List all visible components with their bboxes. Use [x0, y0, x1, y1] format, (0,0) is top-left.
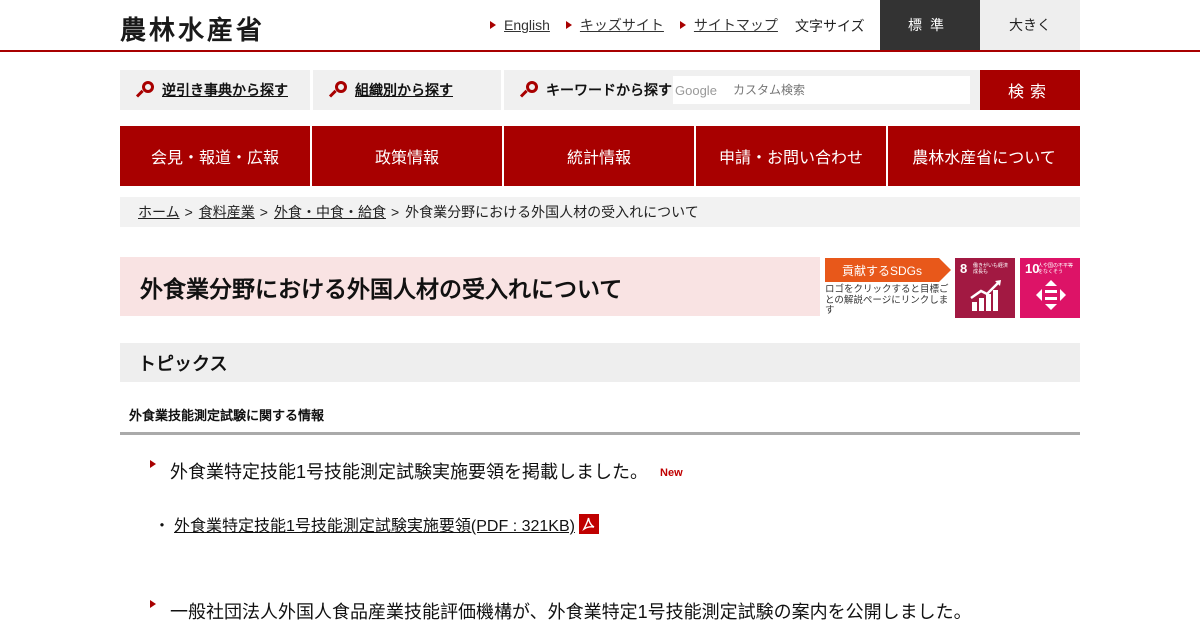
breadcrumb-food-service[interactable]: 外食・中食・給食 [274, 202, 386, 222]
sdgs-badge-label: 貢献するSDGs [825, 258, 939, 282]
sdg-goal-10-tile[interactable]: 10 人や国の不平等をなくそう [1020, 258, 1080, 318]
topics-subheading: 外食業技能測定試験に関する情報 [120, 396, 1080, 435]
pdf-link[interactable]: 外食業特定技能1号技能測定試験実施要領(PDF : 321KB) [174, 512, 575, 536]
nav-item-application[interactable]: 申請・お問い合わせ [696, 126, 886, 186]
search-tab-organization[interactable]: 組織別から探す [313, 70, 501, 110]
breadcrumb: ホーム > 食料産業 > 外食・中食・給食 > 外食業分野における外国人材の受入… [120, 197, 1080, 227]
sdg-goal-8-tile[interactable]: 8 働きがいも経済成長も [955, 258, 1015, 318]
list-item-text: 外食業特定技能1号技能測定試験実施要領を掲載しました。 [170, 462, 649, 482]
sitemap-link[interactable]: サイトマップ [679, 15, 778, 35]
arrow-right-icon [565, 21, 572, 29]
breadcrumb-food-industry[interactable]: 食料産業 [199, 202, 255, 222]
breadcrumb-current: 外食業分野における外国人材の受入れについて [405, 204, 699, 220]
breadcrumb-separator: > [259, 204, 268, 220]
sdgs-note: ロゴをクリックすると目標ごとの解説ページにリンクします [825, 284, 949, 316]
new-badge: New [660, 466, 683, 479]
search-button[interactable]: 検索 [980, 70, 1080, 110]
breadcrumb-home[interactable]: ホーム [138, 202, 180, 222]
arrow-right-icon [490, 21, 496, 29]
site-header: 農林水産省 English キッズサイト サイトマップ 文字サイズ 標準 大きく [0, 0, 1200, 52]
search-tab-reverse-dictionary[interactable]: 逆引き事典から探す [120, 70, 310, 110]
arrow-right-icon [679, 21, 686, 29]
global-nav: 会見・報道・広報 政策情報 統計情報 申請・お問い合わせ 農林水産省について [120, 126, 1080, 186]
equality-arrows-icon [1036, 280, 1066, 310]
search-tab-label: 組織別から探す [355, 82, 453, 98]
english-link[interactable]: English [490, 17, 550, 33]
font-size-large-button[interactable]: 大きく [980, 0, 1080, 50]
search-icon [519, 81, 538, 99]
breadcrumb-separator: > [184, 204, 193, 220]
utility-links: English キッズサイト サイトマップ [490, 0, 794, 50]
sdgs-badge: 貢献するSDGs [825, 258, 951, 282]
sdg-goal-text: 働きがいも経済成長も [973, 263, 1009, 275]
kids-site-link[interactable]: キッズサイト [565, 15, 664, 35]
pdf-icon [578, 514, 599, 534]
search-input[interactable] [673, 76, 970, 104]
pdf-line: ・ 外食業特定技能1号技能測定試験実施要領(PDF : 321KB) [154, 512, 599, 536]
nav-item-policy[interactable]: 政策情報 [312, 126, 502, 186]
growth-chart-icon [970, 280, 1001, 311]
search-tab-label: 逆引き事典から探す [162, 82, 288, 98]
arrow-right-icon [150, 600, 156, 608]
nav-item-statistics[interactable]: 統計情報 [504, 126, 694, 186]
arrow-right-icon [939, 258, 951, 282]
nav-item-press[interactable]: 会見・報道・広報 [120, 126, 310, 186]
pdf-bullet: ・ [154, 518, 171, 535]
kids-site-link-label: キッズサイト [579, 17, 664, 33]
list-item: 外食業特定技能1号技能測定試験実施要領を掲載しました。 New [150, 458, 683, 484]
list-item: 一般社団法人外国人食品産業技能評価機構が、外食業特定1号技能測定試験の案内を公開… [150, 598, 972, 624]
sdg-goal-number: 8 [960, 261, 968, 276]
topics-heading: トピックス [120, 343, 1080, 382]
list-item-text: 一般社団法人外国人食品産業技能評価機構が、外食業特定1号技能測定試験の案内を公開… [170, 602, 972, 622]
sdg-goal-text: 人や国の不平等をなくそう [1038, 263, 1074, 275]
sitemap-link-label: サイトマップ [693, 17, 778, 33]
search-icon [135, 81, 154, 99]
font-size-label: 文字サイズ [795, 18, 865, 34]
breadcrumb-separator: > [390, 204, 400, 220]
search-tab-label: キーワードから探す [546, 82, 672, 98]
search-icon [328, 81, 347, 99]
page-title: 外食業分野における外国人材の受入れについて [140, 275, 623, 302]
site-logo[interactable]: 農林水産省 [120, 10, 265, 47]
arrow-right-icon [150, 460, 156, 468]
english-link-label: English [504, 17, 550, 33]
nav-item-about[interactable]: 農林水産省について [888, 126, 1080, 186]
search-bar: 逆引き事典から探す 組織別から探す キーワードから探す Google 検索 [120, 70, 1080, 110]
font-size-standard-button[interactable]: 標準 [880, 0, 980, 50]
page-title-box: 外食業分野における外国人材の受入れについて [120, 257, 820, 316]
